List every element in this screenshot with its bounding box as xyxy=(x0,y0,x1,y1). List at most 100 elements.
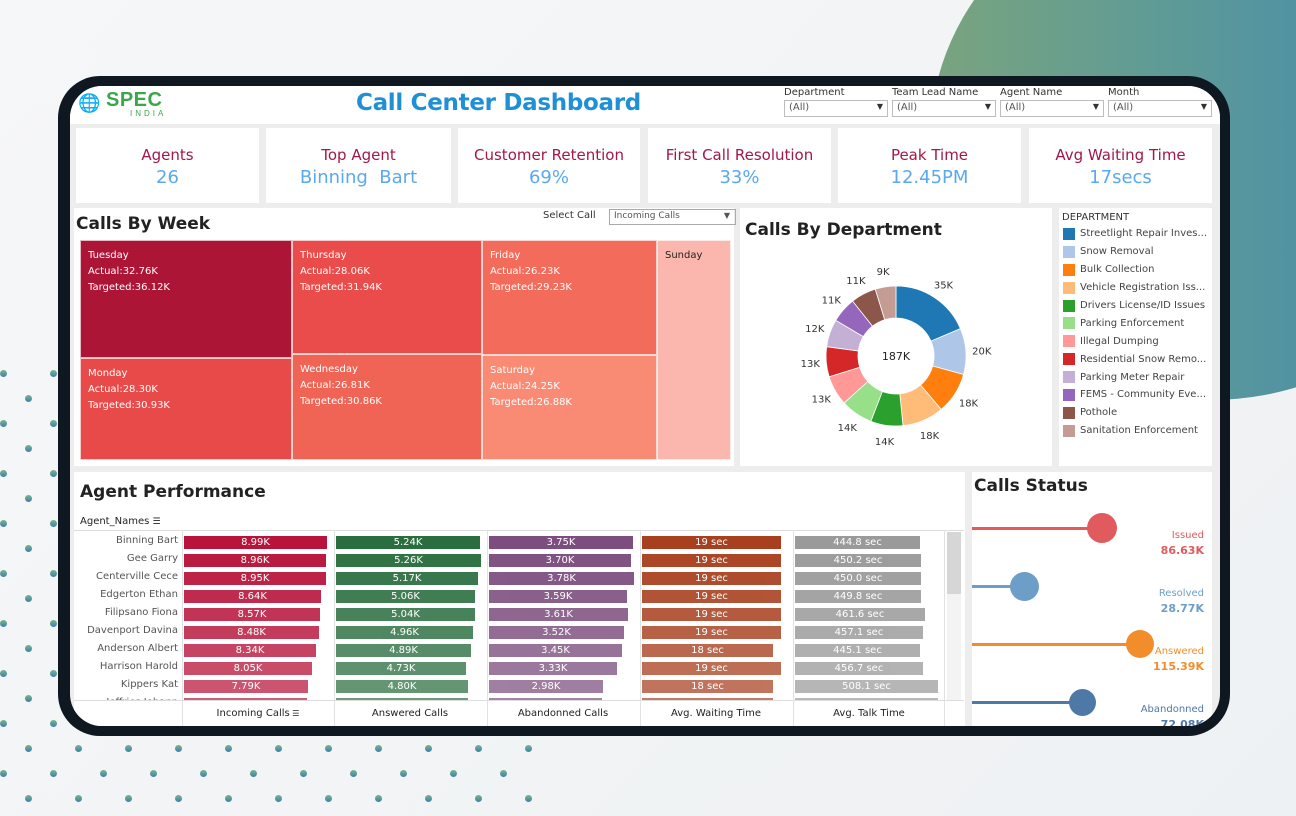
legend-item[interactable]: Illegal Dumping xyxy=(1059,332,1212,350)
legend-item[interactable]: Parking Enforcement xyxy=(1059,314,1212,332)
bar-avg-talk-time[interactable]: 461.6 sec xyxy=(795,608,925,621)
column-header[interactable]: Avg. Talk Time xyxy=(793,708,945,719)
bar-avg-talk-time[interactable]: 457.1 sec xyxy=(795,626,923,639)
bar-avg-waiting-time[interactable]: 19 sec xyxy=(642,572,781,585)
bar-abandonned-calls[interactable]: 3.59K xyxy=(489,590,627,603)
bar-avg-talk-time[interactable]: 450.0 sec xyxy=(795,572,921,585)
bar-answered-calls[interactable]: 4.89K xyxy=(336,644,471,657)
treemap-cell-wednesday[interactable]: Wednesday Actual:26.81K Targeted:30.86K xyxy=(292,354,482,460)
bar-answered-calls[interactable]: 4.73K xyxy=(336,662,466,675)
decor-dot xyxy=(25,795,32,802)
select-call-dropdown[interactable]: Incoming Calls ▼ xyxy=(609,209,736,225)
bar-avg-talk-time[interactable]: 456.7 sec xyxy=(795,662,923,675)
agent-name-select[interactable]: (All) ▼ xyxy=(1000,100,1104,117)
bar-incoming-calls[interactable]: 8.57K xyxy=(184,608,320,621)
bar-answered-calls[interactable]: 5.06K xyxy=(336,590,475,603)
bar-incoming-calls[interactable]: 8.34K xyxy=(184,644,316,657)
bar-incoming-calls[interactable]: 8.64K xyxy=(184,590,321,603)
bar-avg-talk-time[interactable]: 444.8 sec xyxy=(795,536,920,549)
column-header[interactable]: Answered Calls xyxy=(334,708,486,719)
bar-abandonned-calls[interactable]: 3.61K xyxy=(489,608,628,621)
legend-item[interactable]: FEMS - Community Eve... xyxy=(1059,386,1212,404)
scrollbar-thumb[interactable] xyxy=(947,532,961,594)
decor-dot xyxy=(125,795,132,802)
bar-avg-waiting-time[interactable]: 19 sec xyxy=(642,554,781,567)
legend-label: Snow Removal xyxy=(1080,246,1154,258)
column-header-label: Incoming Calls xyxy=(216,708,290,719)
bar-incoming-calls[interactable]: 7.79K xyxy=(184,680,308,693)
treemap-cell-monday[interactable]: Monday Actual:28.30K Targeted:30.93K xyxy=(80,358,292,460)
bar-answered-calls[interactable]: 5.26K xyxy=(336,554,481,567)
bar-avg-talk-time[interactable]: 449.8 sec xyxy=(795,590,921,603)
donut-slice-label: 13K xyxy=(812,395,832,406)
legend-label: Residential Snow Remo... xyxy=(1080,353,1207,365)
legend-item[interactable]: Residential Snow Remo... xyxy=(1059,350,1212,368)
legend-item[interactable]: Drivers License/ID Issues xyxy=(1059,297,1212,315)
bar-answered-calls[interactable]: 4.80K xyxy=(336,680,468,693)
legend-item[interactable]: Bulk Collection xyxy=(1059,261,1212,279)
bar-abandonned-calls[interactable]: 3.78K xyxy=(489,572,634,585)
bar-incoming-calls[interactable]: 8.05K xyxy=(184,662,312,675)
treemap-cell-tuesday[interactable]: Tuesday Actual:32.76K Targeted:36.12K xyxy=(80,240,292,358)
bar-answered-calls[interactable]: 4.96K xyxy=(336,626,473,639)
lollipop-dot-abandonned[interactable] xyxy=(1068,688,1096,716)
scrollbar-track[interactable] xyxy=(947,532,961,700)
bar-answered-calls[interactable]: 5.24K xyxy=(336,536,480,549)
department-legend: DEPARTMENT Streetlight Repair Inves... Sn… xyxy=(1059,208,1212,466)
treemap-cell-sunday[interactable]: Sunday xyxy=(657,240,731,460)
decor-dot xyxy=(175,745,182,752)
month-select[interactable]: (All) ▼ xyxy=(1108,100,1212,117)
bar-incoming-calls[interactable]: 8.96K xyxy=(184,554,326,567)
donut-slice-label: 11K xyxy=(822,295,842,306)
decor-dot xyxy=(400,770,407,777)
bar-abandonned-calls[interactable]: 3.45K xyxy=(489,644,622,657)
status-label: Issued xyxy=(1171,530,1204,541)
department-select[interactable]: (All) ▼ xyxy=(784,100,888,117)
decor-dot xyxy=(100,770,107,777)
bar-avg-waiting-time[interactable]: 19 sec xyxy=(642,536,781,549)
sort-icon[interactable]: ☰ xyxy=(290,709,299,718)
treemap-cell-thursday[interactable]: Thursday Actual:28.06K Targeted:31.94K xyxy=(292,240,482,354)
bar-avg-waiting-time[interactable]: 19 sec xyxy=(642,626,781,639)
bar-avg-waiting-time[interactable]: 18 sec xyxy=(642,644,773,657)
lollipop-dot-resolved[interactable] xyxy=(1009,571,1039,601)
bar-incoming-calls[interactable]: 8.95K xyxy=(184,572,326,585)
bar-abandonned-calls[interactable]: 3.33K xyxy=(489,662,617,675)
bar-abandonned-calls[interactable]: 3.70K xyxy=(489,554,631,567)
column-header[interactable]: Abandonned Calls xyxy=(487,708,639,719)
kpi-customer-retention: Customer Retention 69% xyxy=(458,128,640,203)
filter-department: Department (All) ▼ xyxy=(784,86,888,117)
legend-item[interactable]: Sanitation Enforcement xyxy=(1059,422,1212,440)
bar-answered-calls[interactable]: 5.04K xyxy=(336,608,475,621)
bar-incoming-calls[interactable]: 8.48K xyxy=(184,626,319,639)
column-header[interactable]: Incoming Calls ☰ xyxy=(182,708,334,719)
bar-avg-talk-time[interactable]: 445.1 sec xyxy=(795,644,920,657)
bar-avg-waiting-time[interactable]: 19 sec xyxy=(642,662,781,675)
team-lead-select[interactable]: (All) ▼ xyxy=(892,100,996,117)
bar-abandonned-calls[interactable]: 2.98K xyxy=(489,680,603,693)
decor-dot xyxy=(0,670,7,677)
bar-avg-talk-time[interactable]: 450.2 sec xyxy=(795,554,921,567)
legend-item[interactable]: Pothole xyxy=(1059,404,1212,422)
globe-icon: 🌐 xyxy=(78,93,101,114)
donut-slice-label: 18K xyxy=(920,431,940,442)
bar-avg-waiting-time[interactable]: 19 sec xyxy=(642,608,781,621)
bar-avg-waiting-time[interactable]: 19 sec xyxy=(642,590,781,603)
chevron-down-icon: ▼ xyxy=(984,102,991,111)
bar-avg-waiting-time[interactable]: 18 sec xyxy=(642,680,773,693)
legend-item[interactable]: Vehicle Registration Iss... xyxy=(1059,279,1212,297)
legend-item[interactable]: Parking Meter Repair xyxy=(1059,368,1212,386)
legend-item[interactable]: Snow Removal xyxy=(1059,243,1212,261)
treemap-cell-friday[interactable]: Friday Actual:26.23K Targeted:29.23K xyxy=(482,240,657,355)
sort-icon[interactable]: ☰ xyxy=(153,517,161,527)
bar-avg-talk-time[interactable]: 508.1 sec xyxy=(795,680,938,693)
bar-incoming-calls[interactable]: 8.99K xyxy=(184,536,327,549)
legend-item[interactable]: Streetlight Repair Inves... xyxy=(1059,225,1212,243)
lollipop-dot-issued[interactable] xyxy=(1087,513,1117,543)
bar-abandonned-calls[interactable]: 3.75K xyxy=(489,536,633,549)
bar-answered-calls[interactable]: 5.17K xyxy=(336,572,478,585)
treemap-cell-saturday[interactable]: Saturday Actual:24.25K Targeted:26.88K xyxy=(482,355,657,460)
column-header[interactable]: Avg. Waiting Time xyxy=(640,708,792,719)
lollipop-dot-answered[interactable] xyxy=(1126,630,1154,658)
bar-abandonned-calls[interactable]: 3.52K xyxy=(489,626,624,639)
